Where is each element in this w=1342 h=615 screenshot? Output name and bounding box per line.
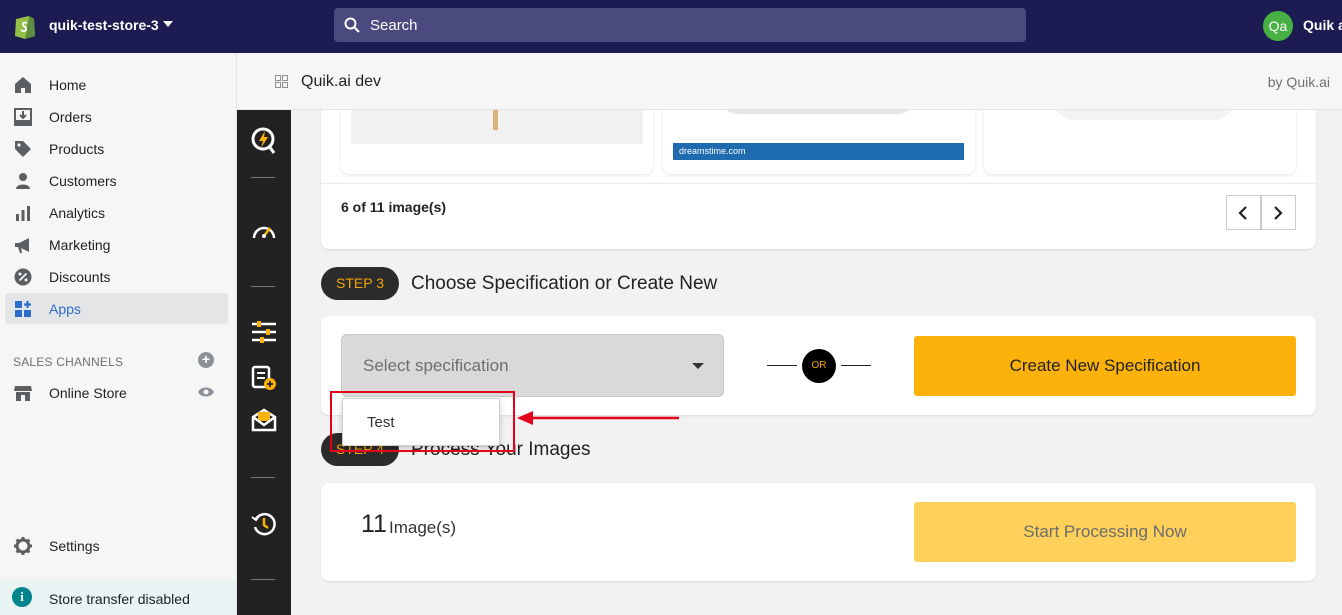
image-count-label: Image(s) [389, 518, 457, 537]
sidebar-item-label: Products [49, 141, 105, 157]
sidebar-item-orders[interactable]: Orders [5, 101, 228, 132]
person-icon [16, 173, 30, 189]
product-image-detail [493, 110, 498, 130]
sidebar-item-settings[interactable]: Settings [5, 530, 228, 561]
history-clock-icon[interactable] [251, 511, 277, 537]
image-thumbnail[interactable] [341, 110, 653, 174]
rail-divider [251, 579, 275, 580]
store-icon [14, 386, 32, 401]
sidebar-item-label: Orders [49, 109, 92, 125]
product-image [1054, 110, 1234, 120]
create-specification-button[interactable]: Create New Specification [914, 336, 1296, 396]
eye-icon[interactable] [197, 385, 215, 399]
shopify-logo-icon[interactable] [13, 12, 37, 40]
gear-icon [14, 537, 32, 555]
annotation-arrow-icon [517, 411, 679, 425]
image-count-text: 6 of 11 image(s) [341, 199, 447, 215]
sidebar-item-label: Customers [49, 173, 117, 189]
product-image [723, 110, 913, 114]
sidebar-item-label: Marketing [49, 237, 111, 253]
megaphone-icon [15, 238, 29, 253]
or-divider-line [767, 365, 797, 366]
search-placeholder: Search [370, 17, 418, 34]
store-transfer-label: Store transfer disabled [49, 591, 190, 607]
quik-logo-icon[interactable] [250, 126, 276, 156]
sidebar-item-label: Discounts [49, 269, 111, 285]
sidebar-item-analytics[interactable]: Analytics [5, 197, 228, 228]
rail-divider [251, 177, 275, 178]
rail-divider [251, 477, 275, 478]
app-developer: by Quik.ai [1267, 74, 1330, 90]
main-content: dreamstime.com 6 of 11 image(s) STEP 3 C… [291, 110, 1342, 615]
tag-icon [15, 141, 31, 157]
sidebar-item-home[interactable]: Home [5, 69, 228, 100]
user-name[interactable]: Quik ai [1303, 17, 1342, 33]
sales-channels-header: SALES CHANNELS [13, 355, 124, 369]
next-page-button[interactable] [1261, 195, 1296, 230]
highlight-box [330, 391, 515, 452]
image-thumbnail[interactable] [984, 110, 1296, 174]
chevron-down-icon[interactable] [163, 21, 173, 27]
discount-icon [14, 268, 32, 286]
card-divider [321, 183, 1316, 184]
top-bar: quik-test-store-3 Search Qa Quik ai [0, 0, 1342, 53]
prev-page-button[interactable] [1226, 195, 1261, 230]
process-card: 11 Image(s) Start Processing Now [321, 483, 1316, 581]
add-channel-icon[interactable]: + [198, 352, 214, 368]
sidebar-item-online-store[interactable]: Online Store [5, 377, 228, 408]
home-icon [15, 77, 31, 93]
step-3-badge: STEP 3 [321, 267, 399, 300]
add-specification-icon[interactable] [251, 365, 277, 391]
search-bar[interactable]: Search [334, 8, 1026, 42]
chevron-right-icon [1274, 206, 1283, 220]
sidebar-item-marketing[interactable]: Marketing [5, 229, 228, 260]
sidebar-item-products[interactable]: Products [5, 133, 228, 164]
watermark-text: dreamstime.com [679, 146, 746, 156]
or-divider-line [841, 365, 871, 366]
sliders-icon[interactable] [251, 320, 277, 344]
info-icon: i [12, 587, 32, 607]
app-grid-icon [275, 75, 288, 88]
image-count: 11 [361, 510, 387, 538]
caret-down-icon [692, 363, 704, 369]
sidebar-item-label: Home [49, 77, 87, 93]
dashboard-gauge-icon[interactable] [251, 220, 277, 242]
start-processing-button[interactable]: Start Processing Now [914, 502, 1296, 562]
app-title: Quik.ai dev [301, 73, 382, 90]
image-gallery-card: dreamstime.com 6 of 11 image(s) [321, 110, 1316, 249]
sidebar-item-label: Online Store [49, 385, 127, 401]
specification-select[interactable]: Select specification [341, 334, 724, 397]
mail-icon[interactable] [251, 408, 277, 432]
app-rail [237, 110, 291, 615]
or-badge: OR [802, 349, 836, 383]
step-3-title: Choose Specification or Create New [411, 273, 718, 294]
image-thumbnail[interactable]: dreamstime.com [663, 110, 975, 174]
app-header: Quik.ai dev by Quik.ai [237, 53, 1342, 110]
orders-icon [14, 108, 32, 126]
sidebar-item-discounts[interactable]: Discounts [5, 261, 228, 292]
search-icon [344, 17, 360, 33]
sidebar-item-label: Settings [49, 538, 100, 554]
sidebar-item-apps[interactable]: Apps [5, 293, 228, 324]
apps-icon [15, 301, 31, 317]
watermark-bar: dreamstime.com [673, 143, 964, 160]
store-transfer-notice: i Store transfer disabled [0, 580, 236, 615]
sidebar-item-label: Analytics [49, 205, 106, 221]
select-placeholder: Select specification [363, 356, 509, 375]
bar-chart-icon [16, 206, 30, 221]
rail-divider [251, 286, 275, 287]
sidebar-item-customers[interactable]: Customers [5, 165, 228, 196]
chevron-left-icon [1238, 206, 1247, 220]
sidebar-item-label: Apps [49, 301, 81, 317]
sidebar: Home Orders Products Customers Analytics… [0, 53, 237, 615]
store-name[interactable]: quik-test-store-3 [49, 17, 159, 33]
avatar[interactable]: Qa [1263, 11, 1293, 41]
